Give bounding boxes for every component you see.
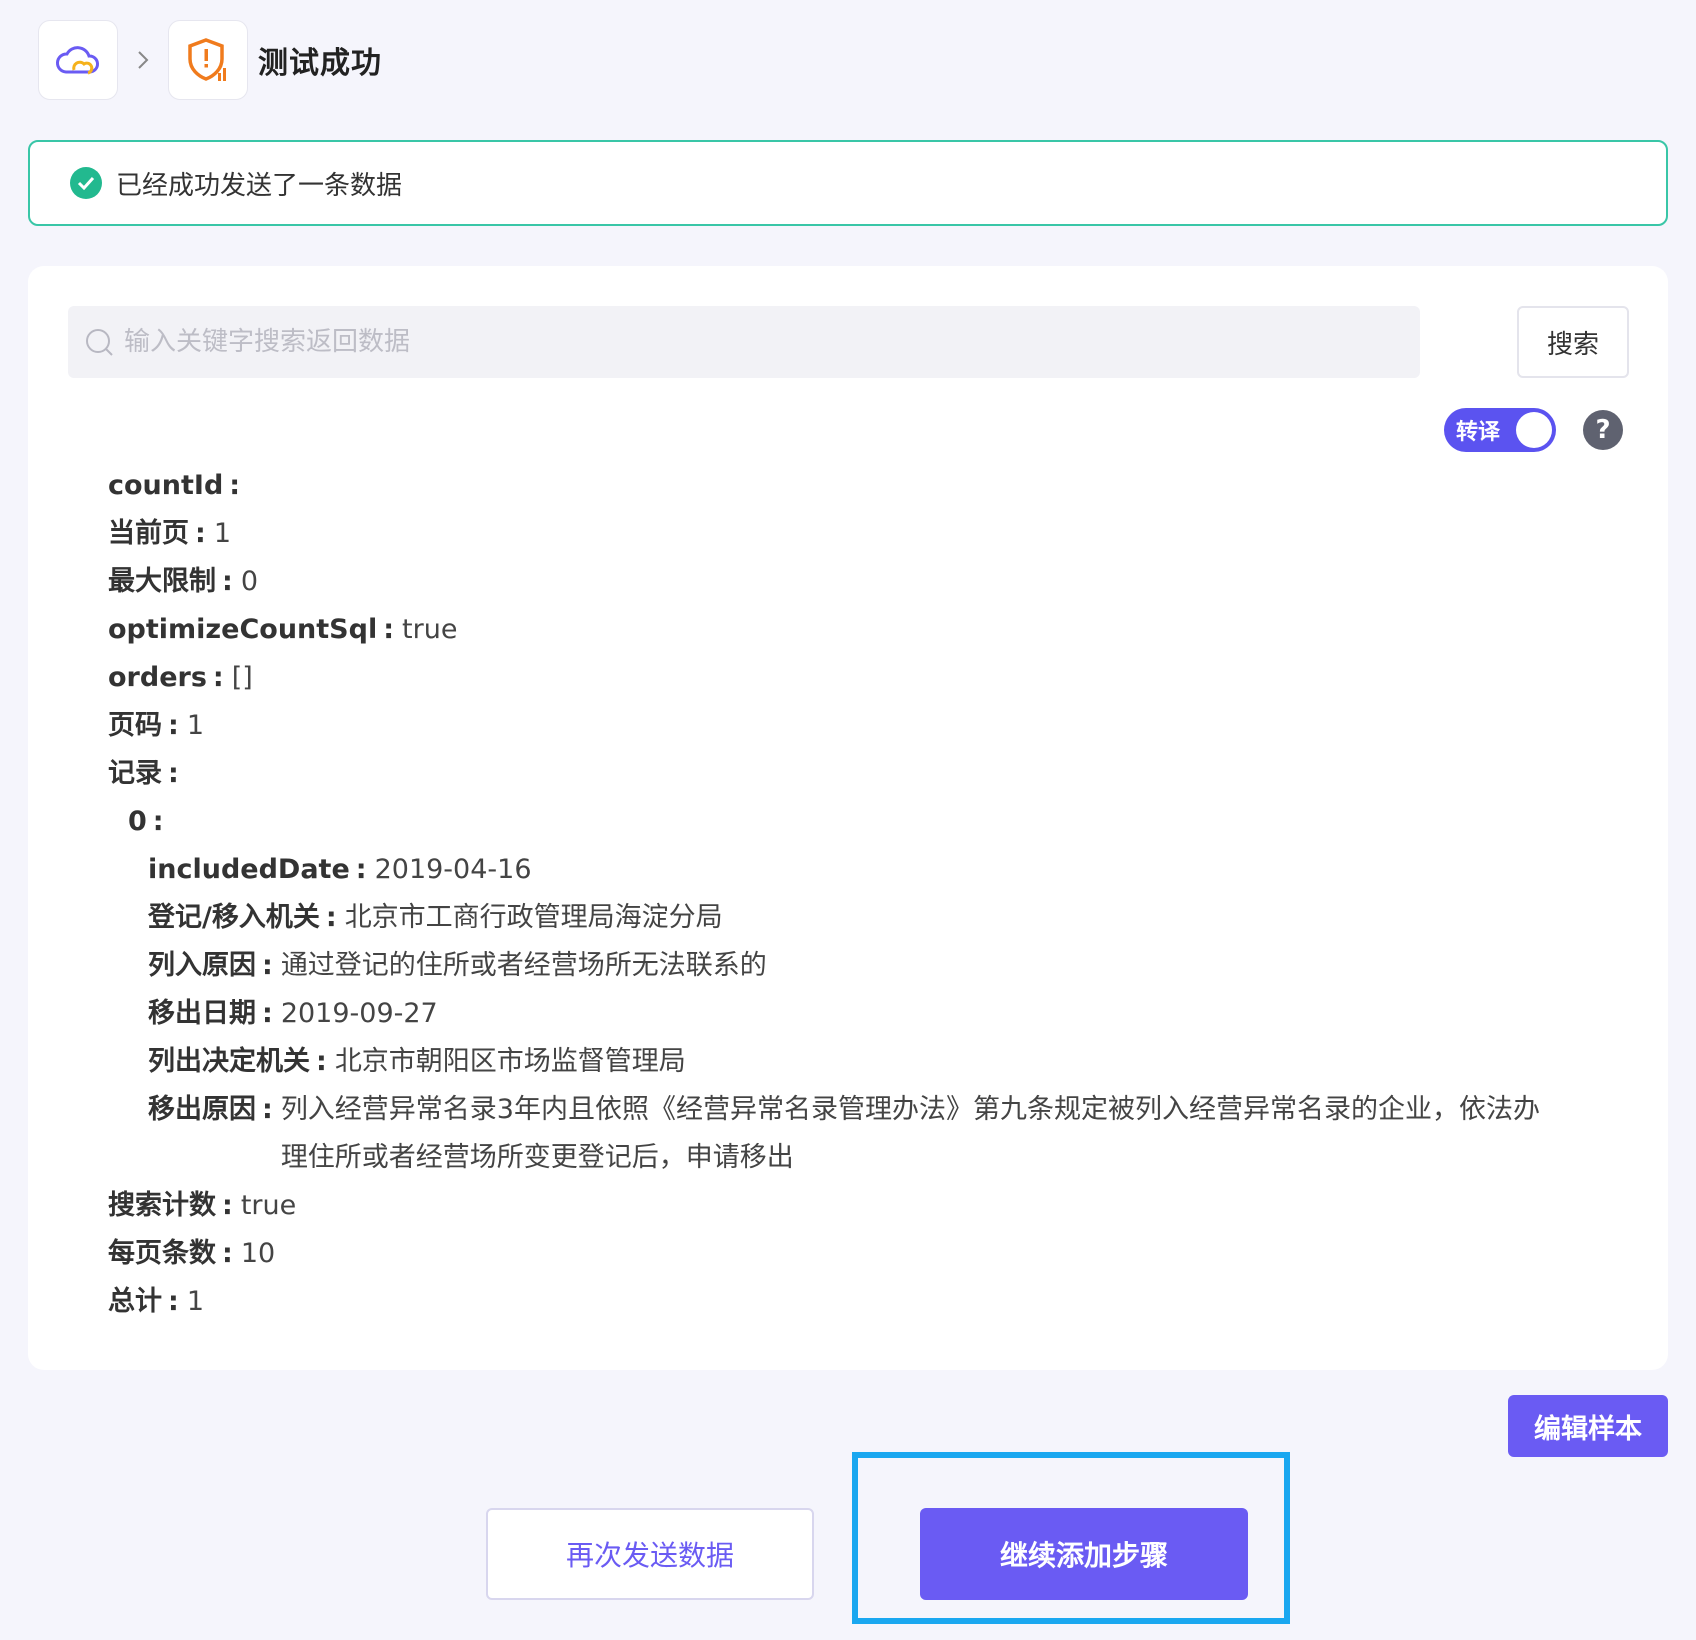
key-separator: : [152, 806, 164, 837]
field-key: optimizeCountSql [108, 614, 378, 645]
field-key: 0 [128, 806, 147, 837]
data-row-remove-authority: 列出决定机关: 北京市朝阳区市场监督管理局 [108, 1038, 1568, 1086]
resend-data-button[interactable]: 再次发送数据 [486, 1508, 814, 1600]
key-separator: : [168, 710, 179, 741]
key-separator: : [316, 1046, 327, 1077]
field-key: includedDate [148, 854, 350, 885]
field-value: 1 [186, 1286, 204, 1317]
field-key: 列入原因 [148, 950, 256, 981]
data-row-included-date: includedDate: 2019-04-16 [108, 846, 1568, 894]
key-separator: : [222, 1190, 233, 1221]
field-key: 移出原因 [148, 1094, 256, 1125]
field-key: 最大限制 [108, 566, 216, 597]
chevron-right-icon [118, 49, 168, 71]
toggle-label: 转译 [1456, 420, 1501, 445]
field-value: 北京市朝阳区市场监督管理局 [334, 1046, 686, 1077]
field-value: 通过登记的住所或者经营场所无法联系的 [280, 950, 767, 981]
data-row-orders: orders: [] [108, 654, 1568, 702]
search-icon [86, 329, 113, 356]
field-value: 列入经营异常名录3年内且依照《经营异常名录管理办法》第九条规定被列入经营异常名录… [280, 1094, 1540, 1173]
field-key: 移出日期 [148, 998, 256, 1029]
field-value: 0 [240, 566, 258, 597]
search-bar [68, 306, 1420, 378]
data-row-remove-reason: 移出原因: 列入经营异常名录3年内且依照《经营异常名录管理办法》第九条规定被列入… [108, 1086, 1568, 1182]
field-value: [] [231, 662, 253, 693]
cloud-icon [56, 46, 99, 75]
field-key: 页码 [108, 710, 162, 741]
help-icon[interactable]: ? [1583, 410, 1623, 450]
key-separator: : [355, 854, 367, 885]
check-circle-icon [70, 167, 102, 199]
breadcrumb: 测试成功 [38, 20, 382, 100]
data-row-max-limit: 最大限制: 0 [108, 558, 1568, 606]
success-alert: 已经成功发送了一条数据 [28, 140, 1668, 226]
search-button[interactable]: 搜索 [1517, 306, 1629, 378]
data-row-remove-date: 移出日期: 2019-09-27 [108, 990, 1568, 1038]
field-key: countId [108, 470, 224, 501]
app-icon-button[interactable] [38, 20, 118, 100]
data-row-records: 记录: [108, 750, 1568, 798]
field-key: 列出决定机关 [148, 1046, 310, 1077]
data-row-reg-authority: 登记/移入机关: 北京市工商行政管理局海淀分局 [108, 894, 1568, 942]
shield-alert-icon [188, 38, 226, 81]
data-row-include-reason: 列入原因: 通过登记的住所或者经营场所无法联系的 [108, 942, 1568, 990]
key-separator: : [222, 1238, 233, 1269]
key-separator: : [262, 950, 273, 981]
data-row-page-num: 页码: 1 [108, 702, 1568, 750]
data-row-search-count: 搜索计数: true [108, 1182, 1568, 1230]
field-key: orders [108, 662, 207, 693]
field-key: 搜索计数 [108, 1190, 216, 1221]
field-value: 2019-04-16 [374, 854, 532, 885]
data-row-optimize-count-sql: optimizeCountSql: true [108, 606, 1568, 654]
key-separator: : [168, 758, 179, 789]
field-key: 总计 [108, 1286, 162, 1317]
field-key: 每页条数 [108, 1238, 216, 1269]
response-card: 搜索 转译 ? countId: 当前页: 1 最大限制: 0 optimize… [28, 266, 1668, 1370]
edit-sample-button[interactable]: 编辑样本 [1508, 1395, 1668, 1457]
key-separator: : [168, 1286, 179, 1317]
key-separator: : [229, 470, 241, 501]
field-key: 当前页 [108, 518, 189, 549]
key-separator: : [325, 902, 337, 933]
translate-toggle[interactable]: 转译 [1444, 408, 1556, 452]
data-row-total: 总计: 1 [108, 1278, 1568, 1326]
field-value: 北京市工商行政管理局海淀分局 [344, 902, 723, 933]
data-row-record-0: 0: [108, 798, 1568, 846]
field-value: 2019-09-27 [280, 998, 438, 1029]
key-separator: : [222, 566, 233, 597]
key-separator: : [383, 614, 395, 645]
field-value: true [402, 614, 458, 645]
key-separator: : [262, 998, 273, 1029]
field-value: 10 [240, 1238, 276, 1269]
data-row-current: 当前页: 1 [108, 510, 1568, 558]
field-key: 记录 [108, 758, 162, 789]
data-row-page-size: 每页条数: 10 [108, 1230, 1568, 1278]
key-separator: : [195, 518, 206, 549]
field-value: 1 [213, 518, 231, 549]
key-separator: : [212, 662, 224, 693]
continue-add-step-button[interactable]: 继续添加步骤 [920, 1508, 1248, 1600]
data-row-countid: countId: [108, 462, 1568, 510]
toggle-knob [1516, 412, 1552, 448]
step-icon-button[interactable] [168, 20, 248, 100]
page-title: 测试成功 [258, 46, 382, 81]
field-value: 1 [186, 710, 204, 741]
search-input[interactable] [124, 306, 1420, 378]
field-key: 登记/移入机关 [148, 902, 320, 933]
field-value: true [240, 1190, 297, 1221]
key-separator: : [262, 1094, 273, 1125]
alert-message: 已经成功发送了一条数据 [116, 170, 403, 201]
response-data-list: countId: 当前页: 1 最大限制: 0 optimizeCountSql… [108, 462, 1568, 1326]
